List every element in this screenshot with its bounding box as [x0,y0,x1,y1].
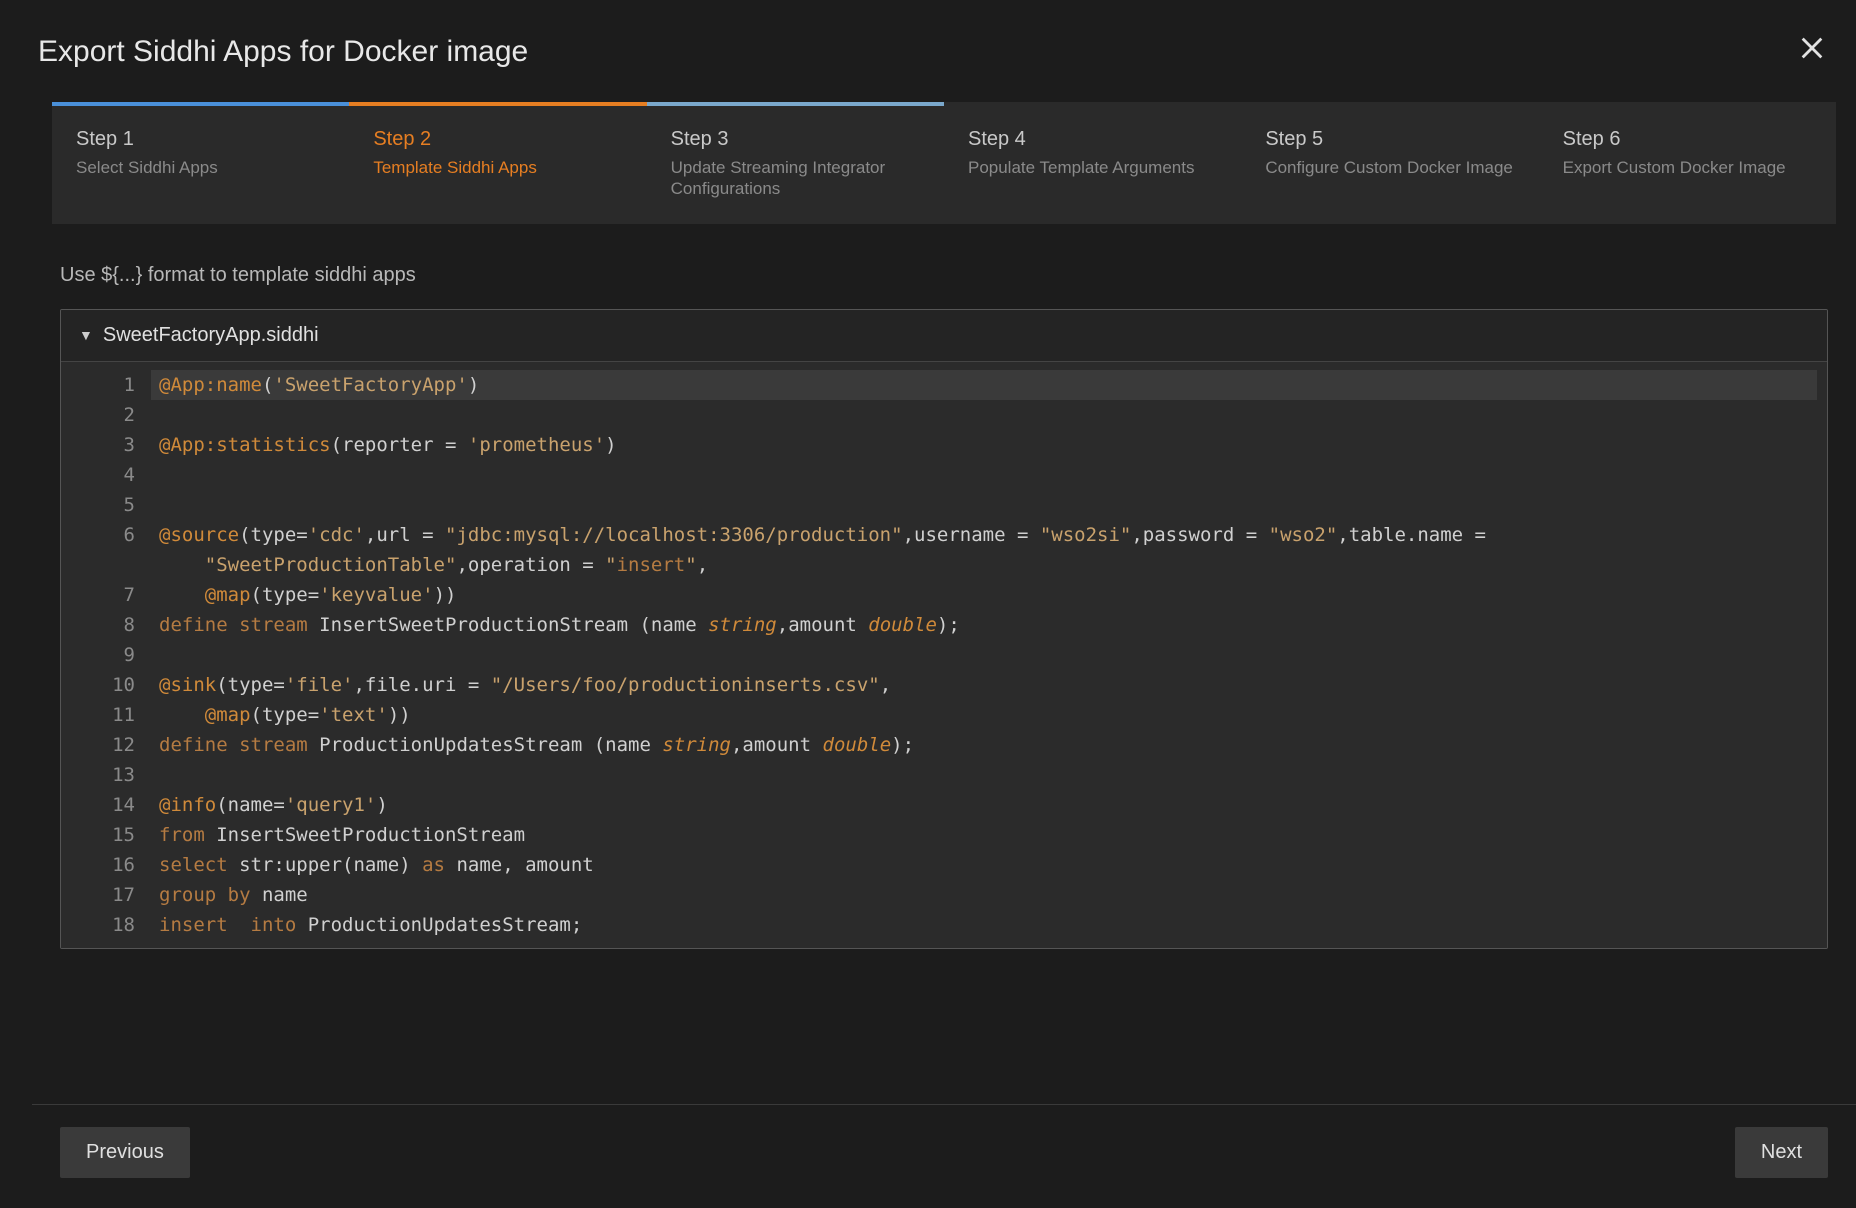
next-button[interactable]: Next [1735,1127,1828,1178]
file-name: SweetFactoryApp.siddhi [103,324,319,347]
code-area[interactable]: @App:name('SweetFactoryApp') @App:statis… [151,362,1827,948]
stepper: Step 1 Select Siddhi Apps Step 2 Templat… [52,102,1836,224]
step-title: Step 1 [76,128,325,151]
step-sub: Update Streaming Integrator Configuratio… [671,157,920,200]
file-header[interactable]: ▼ SweetFactoryApp.siddhi [61,310,1827,362]
previous-button[interactable]: Previous [60,1127,190,1178]
modal-header: Export Siddhi Apps for Docker image [32,0,1856,102]
line-gutter: 123456789101112131415161718 [61,362,151,948]
step-2[interactable]: Step 2 Template Siddhi Apps [349,102,646,224]
step-title: Step 6 [1563,128,1812,151]
step-4[interactable]: Step 4 Populate Template Arguments [944,102,1241,224]
step-title: Step 5 [1265,128,1514,151]
step-6[interactable]: Step 6 Export Custom Docker Image [1539,102,1836,224]
step-sub: Populate Template Arguments [968,157,1217,178]
step-sub: Template Siddhi Apps [373,157,622,178]
step-title: Step 4 [968,128,1217,151]
modal-title: Export Siddhi Apps for Docker image [38,35,528,69]
step-title: Step 3 [671,128,920,151]
export-modal: Export Siddhi Apps for Docker image Step… [32,0,1856,1208]
code-editor[interactable]: 123456789101112131415161718 @App:name('S… [61,362,1827,948]
step-5[interactable]: Step 5 Configure Custom Docker Image [1241,102,1538,224]
step-1[interactable]: Step 1 Select Siddhi Apps [52,102,349,224]
step-sub: Select Siddhi Apps [76,157,325,178]
modal-footer: Previous Next [32,1104,1856,1208]
content-area: Use ${...} format to template siddhi app… [32,224,1856,1105]
instruction-text: Use ${...} format to template siddhi app… [60,264,1828,287]
step-title: Step 2 [373,128,622,151]
caret-down-icon: ▼ [79,327,93,343]
step-sub: Export Custom Docker Image [1563,157,1812,178]
step-sub: Configure Custom Docker Image [1265,157,1514,178]
stepper-wrapper: Step 1 Select Siddhi Apps Step 2 Templat… [32,102,1856,224]
close-icon[interactable] [1788,30,1836,74]
file-block: ▼ SweetFactoryApp.siddhi 123456789101112… [60,309,1828,949]
step-3[interactable]: Step 3 Update Streaming Integrator Confi… [647,102,944,224]
